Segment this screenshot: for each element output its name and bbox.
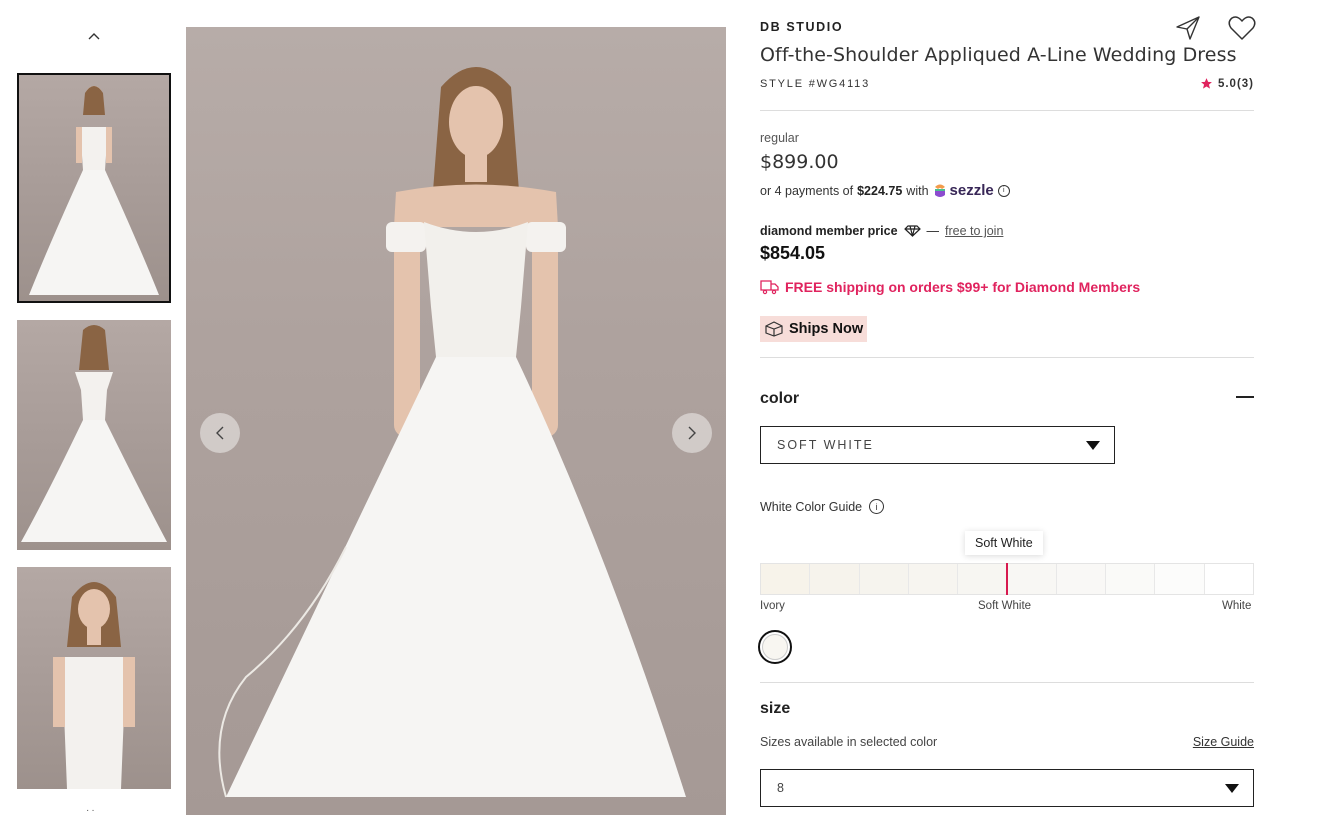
divider [760,682,1254,683]
color-scale-cell[interactable] [958,564,1008,594]
color-scale-tooltip: Soft White [965,531,1043,555]
chevron-left-icon [216,426,224,440]
color-scale-cell[interactable] [1007,564,1057,594]
info-icon[interactable]: i [997,184,1010,197]
free-shipping-text: FREE shipping on orders $99+ for Diamond… [785,279,1141,295]
info-icon[interactable]: i [869,499,885,514]
thumbnail-back[interactable] [17,320,171,550]
installments-with: with [906,183,929,198]
regular-price-label: regular [760,131,799,145]
color-scale-cell[interactable] [1106,564,1156,594]
white-color-guide: White Color Guide i [760,499,885,514]
member-dash: — [926,224,940,238]
scale-label-white: White [1222,600,1252,612]
box-icon [765,321,783,337]
thumbnail-closeup[interactable] [17,567,171,789]
color-dropdown-value: SOFT WHITE [777,438,874,452]
scale-label-soft-white: Soft White [978,600,1032,612]
size-dropdown[interactable]: 8 [760,769,1254,807]
size-dropdown-value: 8 [777,781,785,795]
member-price: $854.05 [760,243,826,263]
free-to-join-link[interactable]: free to join [945,224,1003,238]
member-price-row: diamond member price — free to join [760,224,1003,238]
thumbnails-up-button[interactable] [84,26,104,46]
color-scale-cell[interactable] [908,564,959,594]
size-availability-note: Sizes available in selected color [760,735,938,749]
ships-now-text: Ships Now [789,321,864,337]
more-thumbnails-indicator: ·· [86,805,97,816]
brand-name: DB STUDIO [760,20,844,34]
size-section-title: size [760,700,791,717]
truck-icon [760,280,779,295]
color-scale-cell[interactable] [1056,564,1107,594]
share-icon [1176,16,1200,40]
chevron-right-icon [688,426,696,440]
sezzle-icon [934,184,945,197]
scale-label-ivory: Ivory [760,600,785,612]
color-section-title: color [760,390,800,407]
sezzle-wordmark: sezzle [949,182,994,199]
chevron-up-icon [88,32,100,39]
share-button[interactable] [1174,14,1202,47]
heart-icon [1228,16,1256,40]
installments-prefix: or 4 payments of [760,183,854,198]
color-scale-cell[interactable] [1155,564,1205,594]
thumbnail-front[interactable] [17,73,171,303]
color-scale-marker [1006,563,1008,595]
dress-closeup-thumbnail-image [53,582,135,789]
color-swatch-soft-white[interactable] [758,630,792,664]
color-scale-cell[interactable] [1204,564,1253,594]
star-icon [1201,78,1212,89]
previous-image-button[interactable] [200,413,240,453]
style-number: STYLE #WG4113 [760,78,871,90]
ships-now-badge: Ships Now [760,316,868,342]
divider [760,357,1254,358]
swatch-fill [762,634,788,660]
color-dropdown[interactable]: SOFT WHITE [760,426,1115,464]
free-shipping-banner: FREE shipping on orders $99+ for Diamond… [760,279,1140,295]
rating-summary[interactable]: 5.0(3) [1200,77,1254,90]
color-scale-cell[interactable] [859,564,909,594]
diamond-icon [903,225,921,237]
regular-price: $899.00 [760,151,839,173]
divider [760,110,1254,111]
main-product-image[interactable] [186,27,726,815]
sezzle-logo[interactable]: sezzle [933,182,994,199]
dress-front-thumbnail-image [29,86,159,295]
color-scale-cell[interactable] [761,564,811,594]
wishlist-button[interactable] [1228,15,1256,46]
rating-value: 5.0(3) [1217,77,1254,90]
dropdown-caret-icon [1225,783,1239,793]
collapse-color-button[interactable] [1236,396,1254,398]
white-color-guide-label: White Color Guide [760,499,863,514]
color-scale-cell[interactable] [810,564,860,594]
member-price-label: diamond member price [760,224,898,238]
installment-amount: $224.75 [857,183,903,198]
installments-info: or 4 payments of $224.75 with sezzle i [760,182,1010,199]
dress-model-photo [218,67,686,798]
product-title: Off-the-Shoulder Appliqued A-Line Weddin… [760,44,1237,66]
next-image-button[interactable] [672,413,712,453]
size-guide-link[interactable]: Size Guide [1193,735,1254,749]
dress-back-thumbnail-image [21,325,167,542]
dropdown-caret-icon [1086,440,1100,450]
